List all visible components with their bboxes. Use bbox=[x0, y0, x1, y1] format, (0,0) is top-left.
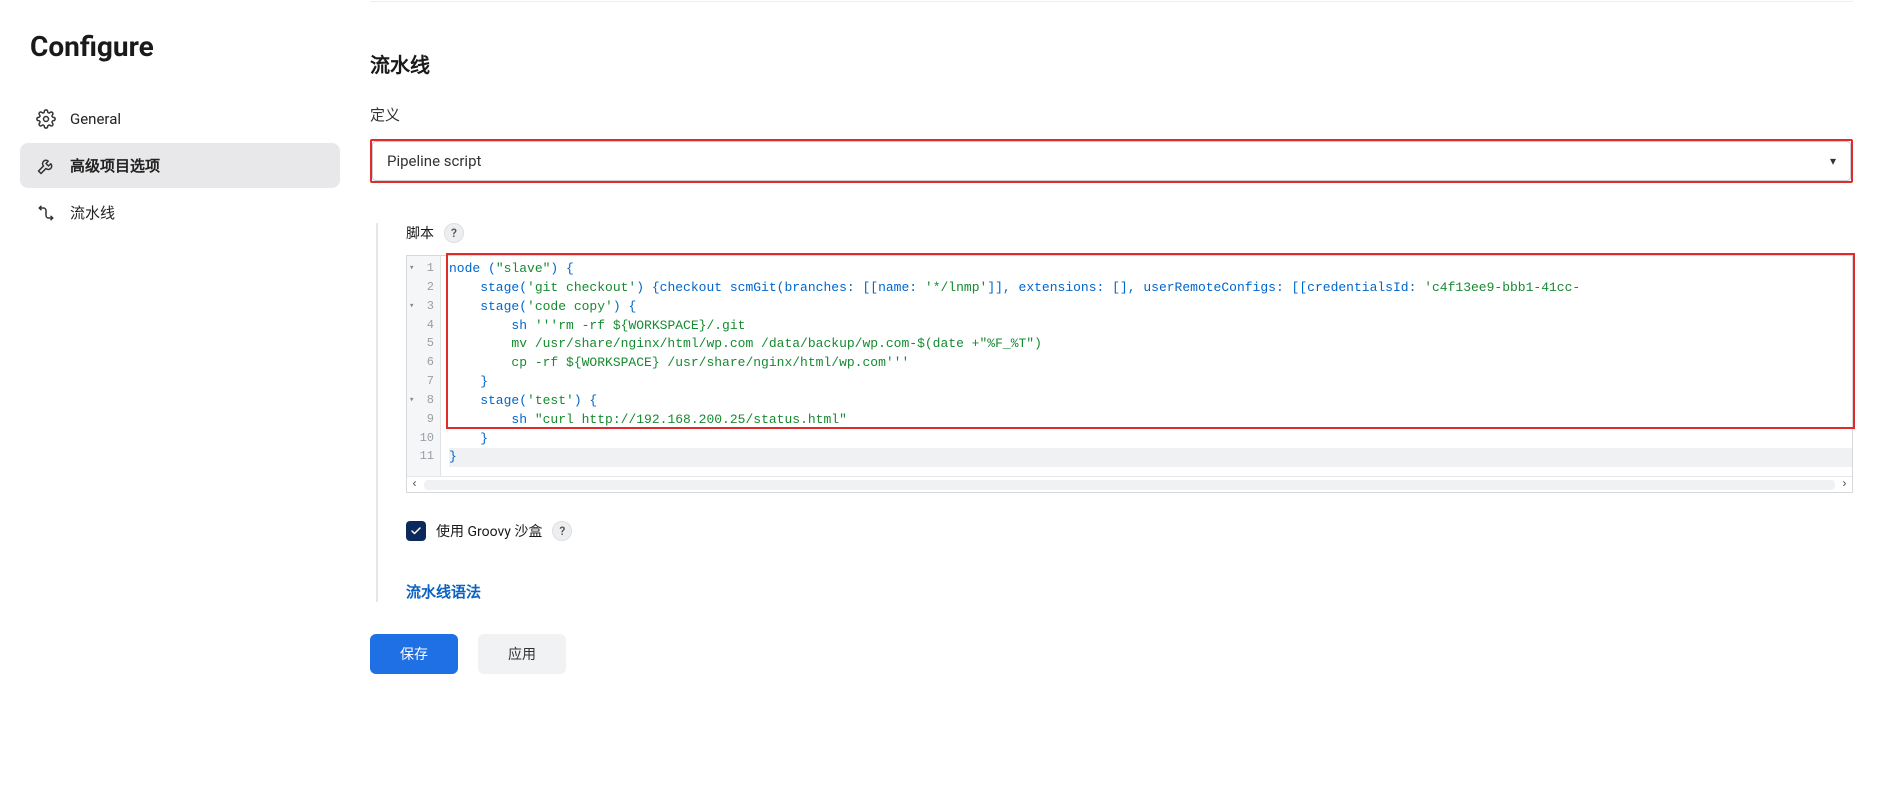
help-icon[interactable]: ? bbox=[552, 521, 572, 541]
sidebar-item-label: 流水线 bbox=[70, 202, 115, 223]
save-button[interactable]: 保存 bbox=[370, 634, 458, 674]
script-editor[interactable]: 1▾23▾45678▾91011 node ("slave") { stage(… bbox=[406, 255, 1853, 493]
gear-icon bbox=[36, 109, 56, 129]
definition-select[interactable]: Pipeline script ▾ bbox=[372, 141, 1851, 181]
sidebar-item-pipeline[interactable]: 流水线 bbox=[20, 190, 340, 235]
sidebar-item-general[interactable]: General bbox=[20, 97, 340, 141]
scroll-right-icon[interactable]: › bbox=[1841, 476, 1848, 493]
definition-select-value: Pipeline script bbox=[387, 152, 481, 170]
wrench-icon bbox=[36, 156, 56, 176]
sandbox-checkbox[interactable] bbox=[406, 521, 426, 541]
help-icon[interactable]: ? bbox=[444, 223, 464, 243]
sidebar-item-label: 高级项目选项 bbox=[70, 155, 160, 176]
chevron-down-icon: ▾ bbox=[1830, 154, 1836, 168]
sidebar-item-label: General bbox=[70, 110, 121, 128]
pipeline-icon bbox=[36, 203, 56, 223]
scroll-track[interactable] bbox=[424, 480, 1835, 490]
horizontal-scrollbar[interactable]: ‹ › bbox=[407, 476, 1852, 492]
code-gutter: 1▾23▾45678▾91011 bbox=[407, 256, 441, 476]
script-section: 脚本 ? 1▾23▾45678▾91011 node ("slave") { s… bbox=[376, 223, 1853, 602]
section-title-pipeline: 流水线 bbox=[370, 49, 1853, 78]
apply-button[interactable]: 应用 bbox=[478, 634, 566, 674]
scroll-left-icon[interactable]: ‹ bbox=[411, 476, 418, 493]
definition-label: 定义 bbox=[370, 104, 1853, 125]
code-lines[interactable]: node ("slave") { stage('git checkout') {… bbox=[441, 256, 1852, 476]
script-label: 脚本 bbox=[406, 223, 434, 243]
main-content: 流水线 定义 Pipeline script ▾ 脚本 ? 1▾23▾45678… bbox=[350, 0, 1893, 809]
sidebar-item-advanced[interactable]: 高级项目选项 bbox=[20, 143, 340, 188]
pipeline-syntax-link[interactable]: 流水线语法 bbox=[406, 581, 481, 602]
definition-select-highlight: Pipeline script ▾ bbox=[370, 139, 1853, 183]
sandbox-label: 使用 Groovy 沙盒 bbox=[436, 521, 542, 541]
config-sidebar: Configure General 高级项目选项 流水线 bbox=[0, 0, 350, 809]
page-title: Configure bbox=[20, 30, 340, 63]
